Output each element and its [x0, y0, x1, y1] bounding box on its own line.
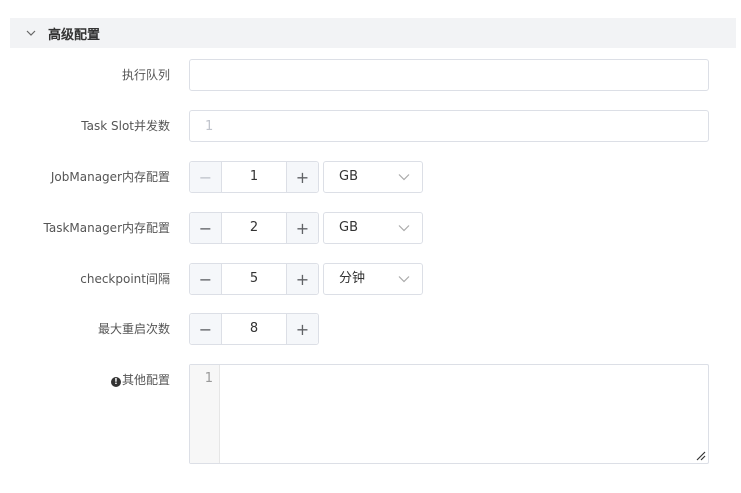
chevron-down-icon — [398, 276, 410, 283]
code-area[interactable] — [220, 365, 708, 463]
other-config-label-text: 其他配置 — [121, 373, 170, 387]
increment-button[interactable]: + — [286, 213, 318, 243]
jobmanager-memory-value[interactable]: 1 — [222, 162, 286, 192]
chevron-down-icon — [398, 225, 410, 232]
task-slot-input[interactable] — [189, 110, 709, 142]
jobmanager-memory-label: JobManager内存配置 — [50, 170, 170, 184]
select-value: GB — [339, 169, 358, 184]
jobmanager-memory-row: JobManager内存配置 − 1 + GB — [0, 161, 741, 193]
line-number-gutter: 1 — [190, 365, 220, 463]
select-value: 分钟 — [339, 271, 366, 286]
max-restarts-label: 最大重启次数 — [97, 322, 170, 336]
section-title: 高级配置 — [48, 27, 101, 43]
checkpoint-interval-value[interactable]: 5 — [222, 264, 286, 294]
taskmanager-memory-row: TaskManager内存配置 − 2 + GB — [0, 212, 741, 244]
queue-label: 执行队列 — [121, 68, 170, 82]
chevron-down-icon — [24, 30, 38, 36]
increment-button[interactable]: + — [286, 314, 318, 344]
queue-row: 执行队列 — [0, 59, 741, 91]
task-slot-label: Task Slot并发数 — [81, 119, 170, 133]
info-circle-icon[interactable]: ! — [110, 377, 121, 387]
increment-button[interactable]: + — [286, 264, 318, 294]
checkpoint-interval-unit-select[interactable]: 分钟 — [323, 263, 423, 295]
task-slot-row: Task Slot并发数 — [0, 110, 741, 142]
decrement-button[interactable]: − — [190, 213, 222, 243]
line-number: 1 — [204, 371, 213, 386]
checkpoint-interval-row: checkpoint间隔 − 5 + 分钟 — [0, 263, 741, 295]
taskmanager-memory-value[interactable]: 2 — [222, 213, 286, 243]
advanced-config-header[interactable]: 高级配置 — [10, 18, 736, 48]
max-restarts-row: 最大重启次数 − 8 + — [0, 313, 741, 345]
jobmanager-memory-unit-select[interactable]: GB — [323, 161, 423, 193]
jobmanager-memory-stepper: − 1 + — [189, 161, 319, 193]
checkpoint-interval-label: checkpoint间隔 — [80, 272, 170, 286]
other-config-editor[interactable]: 1 — [189, 364, 709, 464]
decrement-button[interactable]: − — [190, 264, 222, 294]
taskmanager-memory-label: TaskManager内存配置 — [43, 221, 171, 235]
decrement-button[interactable]: − — [190, 314, 222, 344]
other-config-label: ! 其他配置 — [110, 364, 170, 396]
checkpoint-interval-stepper: − 5 + — [189, 263, 319, 295]
resize-handle-icon[interactable] — [694, 449, 706, 461]
increment-button[interactable]: + — [286, 162, 318, 192]
max-restarts-stepper: − 8 + — [189, 313, 319, 345]
taskmanager-memory-stepper: − 2 + — [189, 212, 319, 244]
max-restarts-value[interactable]: 8 — [222, 314, 286, 344]
queue-input[interactable] — [189, 59, 709, 91]
taskmanager-memory-unit-select[interactable]: GB — [323, 212, 423, 244]
decrement-button[interactable]: − — [190, 162, 222, 192]
select-value: GB — [339, 220, 358, 235]
chevron-down-icon — [398, 174, 410, 181]
